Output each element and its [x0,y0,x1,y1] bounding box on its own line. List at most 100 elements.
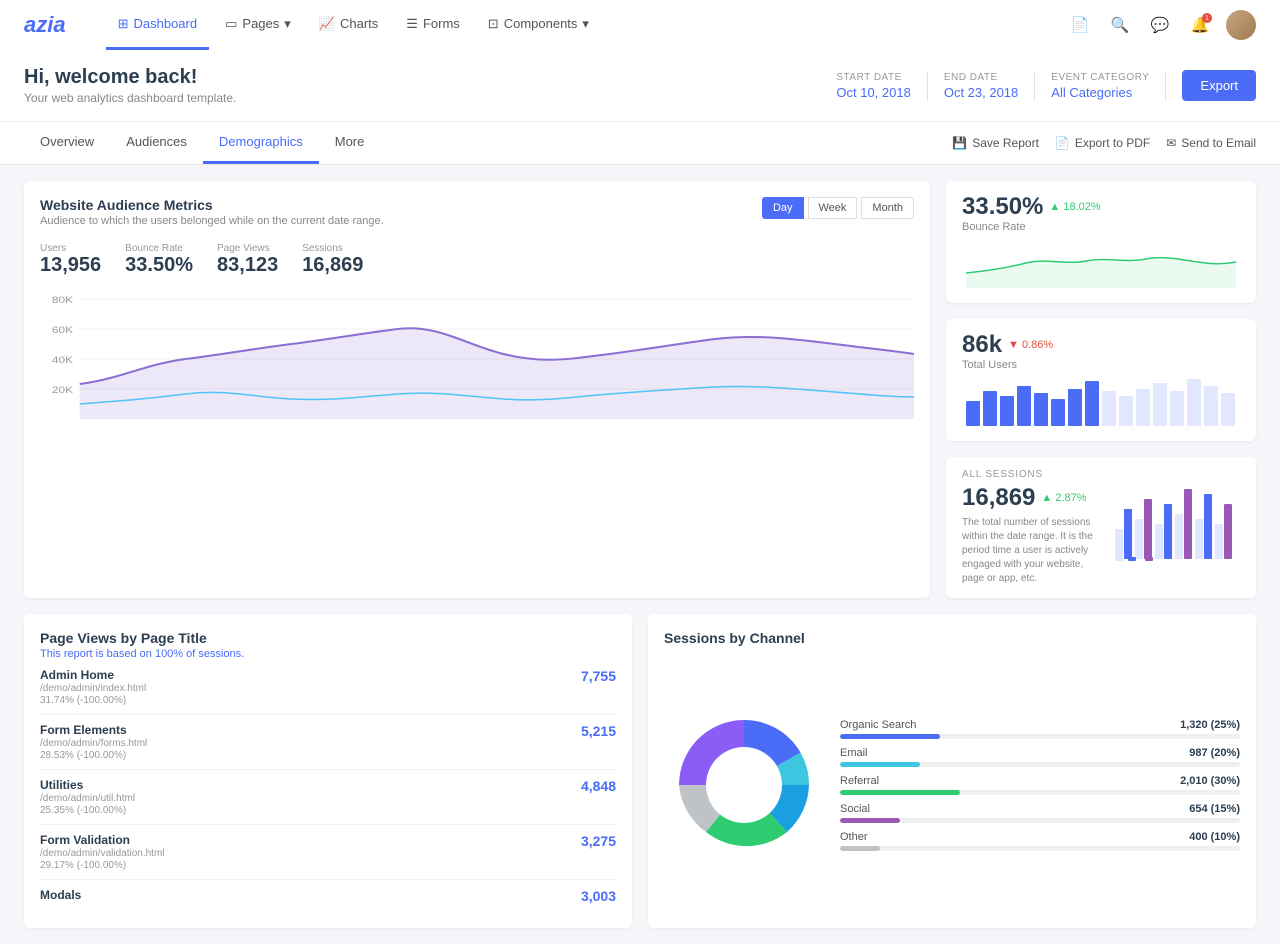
nav-item-pages[interactable]: ▭ Pages ▾ [213,0,303,50]
tab-more[interactable]: More [319,122,381,164]
all-sessions-description: The total number of sessions within the … [962,516,1098,586]
channel-name: Other [840,831,868,843]
file-icon[interactable]: 📄 [1066,11,1094,39]
export-button[interactable]: Export [1182,70,1256,101]
stat-sessions-label: Sessions [302,243,343,254]
page-view-row: Utilities /demo/admin/util.html 25.35% (… [40,770,616,825]
all-sessions-change: ▲ 2.87% [1041,492,1086,504]
nav-item-dashboard[interactable]: ⊞ Dashboard [106,0,210,50]
sessions-by-channel-card: Sessions by Channel [648,614,1256,928]
user-avatar[interactable] [1226,10,1256,40]
stat-pageviews-label: Page Views [217,243,270,254]
pv-meta: 25.35% (-100.00%) [40,805,135,816]
period-week-button[interactable]: Week [808,197,858,219]
tab-audiences[interactable]: Audiences [110,122,203,164]
page-views-header: Page Views by Page Title This report is … [40,630,616,660]
start-date-field: START DATE Oct 10, 2018 [820,72,927,100]
audience-chart: 80K 60K 40K 20K OCT 21 OCT 22 OCT 23 OCT… [40,289,914,429]
main-content: Website Audience Metrics Audience to whi… [0,165,1280,614]
components-icon: ⊡ [488,16,499,32]
metrics-subtitle: Audience to which the users belonged whi… [40,215,384,227]
page-header: Hi, welcome back! Your web analytics das… [0,50,1280,122]
channel-value: 2,010 (30%) [1180,775,1240,787]
dashboard-icon: ⊞ [118,16,129,32]
stat-users-label: Users [40,243,66,254]
pv-meta: 28.53% (-100.00%) [40,750,147,761]
channel-name: Organic Search [840,719,916,731]
all-sessions-card: ALL SESSIONS 16,869 ▲ 2.87% The total nu… [946,457,1256,598]
pv-title: Modals [40,888,81,902]
page-views-subtitle: This report is based on 100% of sessions… [40,648,616,660]
period-day-button[interactable]: Day [762,197,804,219]
nav-item-charts[interactable]: 📈 Charts [307,0,390,50]
channel-value: 654 (15%) [1189,803,1240,815]
channel-bar-bg [840,762,1240,767]
svg-text:60K: 60K [52,325,73,335]
bounce-rate-change: ▲ 18.02% [1049,201,1100,213]
channel-bar-bg [840,790,1240,795]
brand-logo[interactable]: azia [24,12,66,38]
channel-value: 987 (20%) [1189,747,1240,759]
bounce-rate-card: 33.50% ▲ 18.02% Bounce Rate [946,181,1256,303]
pv-meta: 31.74% (-100.00%) [40,695,146,706]
pages-icon: ▭ [225,16,237,32]
save-report-button[interactable]: 💾 Save Report [952,136,1039,150]
channel-bar [840,762,920,767]
tab-demographics[interactable]: Demographics [203,122,319,164]
stat-sessions: Sessions 16,869 [302,239,363,277]
charts-icon: 📈 [319,16,335,32]
chevron-down-icon-2: ▾ [582,16,589,32]
nav-item-components[interactable]: ⊡ Components ▾ [476,0,601,50]
total-users-label: Total Users [962,359,1053,371]
pv-title: Utilities [40,778,135,792]
total-users-sparkline [962,371,1240,426]
pv-count: 3,003 [581,888,616,904]
channel-bar [840,734,940,739]
bottom-section: Page Views by Page Title This report is … [24,614,1256,928]
svg-text:80K: 80K [52,295,73,305]
send-email-button[interactable]: ✉ Send to Email [1166,136,1256,150]
stats-row: Users 13,956 Bounce Rate 33.50% Page Vie… [40,239,914,277]
page-view-row: Modals 3,003 [40,880,616,912]
sessions-by-channel-title: Sessions by Channel [664,630,1240,646]
pv-title: Admin Home [40,668,146,682]
channel-item: Referral 2,010 (30%) [840,775,1240,795]
tab-overview[interactable]: Overview [24,122,110,164]
period-month-button[interactable]: Month [861,197,914,219]
all-sessions-label: ALL SESSIONS [962,469,1098,480]
channel-name: Social [840,803,870,815]
pv-url: /demo/admin/util.html [40,793,135,804]
pdf-icon: 📄 [1055,136,1070,150]
svg-text:20K: 20K [52,385,73,395]
nav-items: ⊞ Dashboard ▭ Pages ▾ 📈 Charts ☰ Forms ⊡… [106,0,1066,50]
tabs-bar: Overview Audiences Demographics More 💾 S… [0,122,1280,165]
search-icon[interactable]: 🔍 [1106,11,1134,39]
export-pdf-button[interactable]: 📄 Export to PDF [1055,136,1150,150]
pv-title: Form Elements [40,723,147,737]
channel-name: Email [840,747,868,759]
page-header-content: Hi, welcome back! Your web analytics das… [24,66,236,105]
email-icon: ✉ [1166,136,1176,150]
page-subtitle: Your web analytics dashboard template. [24,91,236,105]
pv-url: /demo/admin/forms.html [40,738,147,749]
notification-icon[interactable]: 🔔 1 [1186,11,1214,39]
navbar-actions: 📄 🔍 💬 🔔 1 [1066,10,1256,40]
forms-icon: ☰ [406,16,418,32]
pv-count: 3,275 [581,833,616,849]
chat-icon[interactable]: 💬 [1146,11,1174,39]
pv-url: /demo/admin/validation.html [40,848,165,859]
page-views-card: Page Views by Page Title This report is … [24,614,632,928]
stat-page-views: Page Views 83,123 [217,239,278,277]
nav-item-forms[interactable]: ☰ Forms [394,0,472,50]
website-audience-metrics-card: Website Audience Metrics Audience to whi… [24,181,930,598]
channel-value: 400 (10%) [1189,831,1240,843]
pv-meta: 29.17% (-100.00%) [40,860,165,871]
channel-bar-bg [840,846,1240,851]
channel-item: Email 987 (20%) [840,747,1240,767]
stat-bounce-label: Bounce Rate [125,243,183,254]
notification-badge: 1 [1202,13,1212,23]
pv-count: 5,215 [581,723,616,739]
page-tabs: Overview Audiences Demographics More [24,122,380,164]
channel-bar-bg [840,734,1240,739]
pv-count: 4,848 [581,778,616,794]
